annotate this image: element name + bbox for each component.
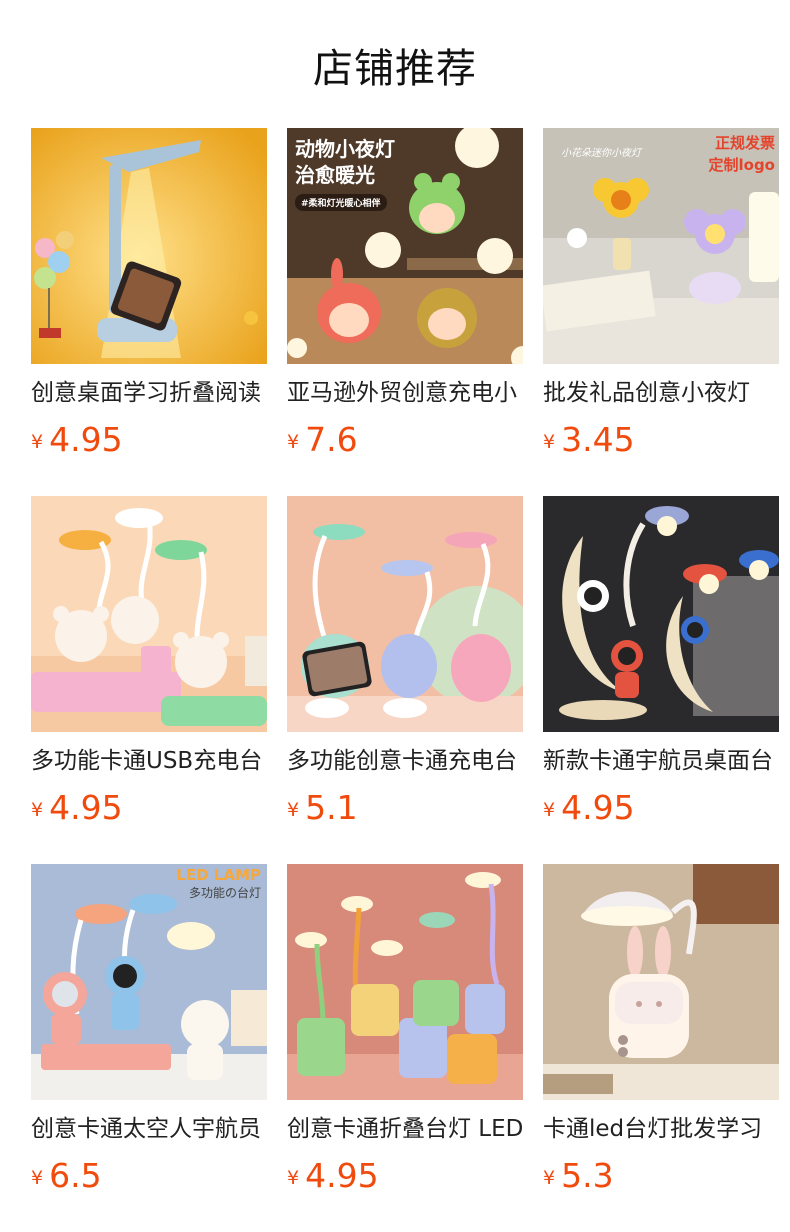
overlay-headline: LED LAMP 多功能の台灯	[176, 866, 261, 900]
bear-lamp-icon	[31, 496, 267, 732]
overlay-headline: 正规发票 定制logo	[708, 134, 776, 174]
product-name[interactable]: 创意卡通折叠台灯 LED	[287, 1114, 523, 1144]
product-price: ¥3.45	[543, 420, 635, 459]
product-grid: 创意桌面学习折叠阅读 ¥4.95 动物小夜灯 治愈暖光 #柔和灯光暖心相伴 亚马…	[31, 128, 779, 1195]
product-card[interactable]: 创意卡通折叠台灯 LED ¥4.95	[287, 864, 523, 1195]
product-price: ¥7.6	[287, 420, 358, 459]
overlay-script: 小花朵迷你小夜灯	[561, 148, 641, 159]
product-name[interactable]: 创意卡通太空人宇航员	[31, 1114, 267, 1144]
overlay-headline: 动物小夜灯 治愈暖光	[295, 137, 395, 187]
product-price: ¥4.95	[31, 788, 123, 827]
product-name[interactable]: 多功能创意卡通充电台	[287, 746, 523, 776]
pig-lamp-icon	[287, 864, 523, 1100]
product-card[interactable]: LED LAMP 多功能の台灯 创意卡通太空人宇航员 ¥6.5	[31, 864, 267, 1195]
rabbit-lamp-icon	[543, 864, 779, 1100]
product-price: ¥4.95	[31, 420, 123, 459]
product-price: ¥4.95	[543, 788, 635, 827]
flower-night-light-icon: 正规发票 定制logo 小花朵迷你小夜灯	[543, 128, 779, 364]
product-name[interactable]: 新款卡通宇航员桌面台	[543, 746, 779, 776]
product-price: ¥5.1	[287, 788, 358, 827]
cat-lamp-icon	[287, 496, 523, 732]
animal-night-light-icon: 动物小夜灯 治愈暖光 #柔和灯光暖心相伴	[287, 128, 523, 364]
product-name[interactable]: 卡通led台灯批发学习	[543, 1114, 779, 1144]
product-card[interactable]: 多功能卡通USB充电台 ¥4.95	[31, 496, 267, 827]
overlay-tag: #柔和灯光暖心相伴	[295, 194, 387, 211]
desk-lamp-icon	[31, 128, 267, 364]
product-card[interactable]: 新款卡通宇航员桌面台 ¥4.95	[543, 496, 779, 827]
page-title: 店铺推荐	[313, 46, 477, 92]
product-card[interactable]: 卡通led台灯批发学习 ¥5.3	[543, 864, 779, 1195]
astronaut-lamp-icon	[543, 496, 779, 732]
product-name[interactable]: 多功能卡通USB充电台	[31, 746, 267, 776]
product-card[interactable]: 动物小夜灯 治愈暖光 #柔和灯光暖心相伴 亚马逊外贸创意充电小 ¥7.6	[287, 128, 523, 459]
product-card[interactable]: 多功能创意卡通充电台 ¥5.1	[287, 496, 523, 827]
product-price: ¥4.95	[287, 1156, 379, 1195]
product-card[interactable]: 正规发票 定制logo 小花朵迷你小夜灯 批发礼品创意小夜灯 ¥3.45	[543, 128, 779, 459]
product-name[interactable]: 亚马逊外贸创意充电小	[287, 378, 523, 408]
product-card[interactable]: 创意桌面学习折叠阅读 ¥4.95	[31, 128, 267, 459]
product-name[interactable]: 批发礼品创意小夜灯	[543, 378, 779, 408]
product-name[interactable]: 创意桌面学习折叠阅读	[31, 378, 267, 408]
product-price: ¥6.5	[31, 1156, 102, 1195]
product-price: ¥5.3	[543, 1156, 614, 1195]
spaceman-lamp-icon: LED LAMP 多功能の台灯	[31, 864, 267, 1100]
